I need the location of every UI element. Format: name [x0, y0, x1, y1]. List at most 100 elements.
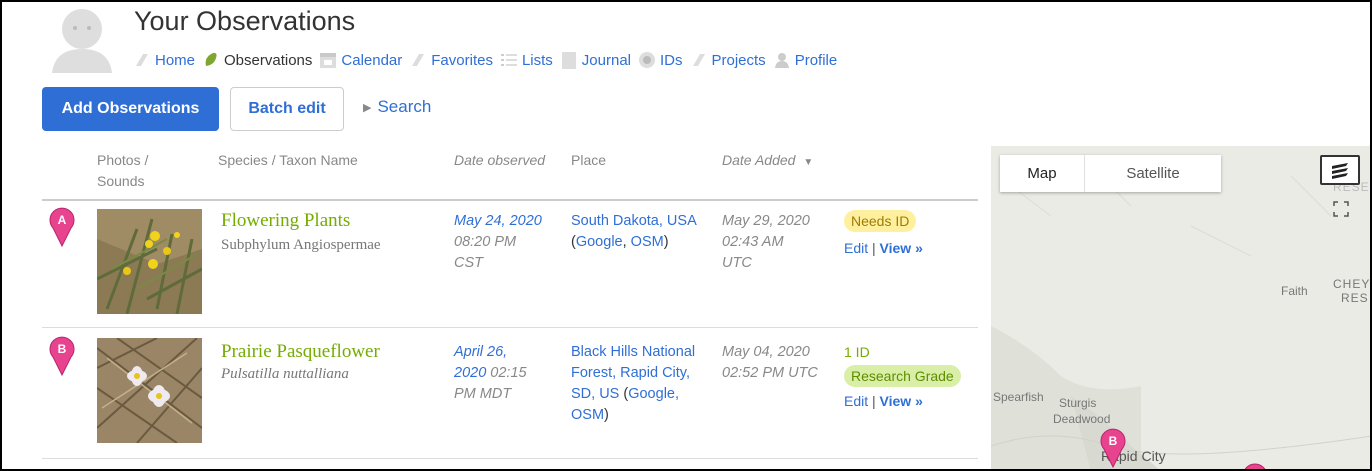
nav-journal-label: Journal: [581, 51, 631, 69]
caret-right-icon: ▶: [363, 101, 372, 114]
google-map-link[interactable]: Google,: [628, 386, 679, 402]
nav-home[interactable]: Home: [133, 51, 195, 69]
row-divider: [42, 458, 978, 459]
profile-icon: [774, 53, 789, 68]
common-name-link[interactable]: Flowering Plants: [221, 210, 350, 232]
date-added-date: May 04, 2020: [722, 344, 810, 360]
date-added-time: 02:52 PM UTC: [722, 365, 818, 381]
favorites-icon: [412, 54, 425, 66]
nav-journal[interactable]: Journal: [560, 51, 631, 69]
view-link[interactable]: View »: [880, 393, 923, 409]
user-avatar: [52, 9, 112, 73]
nav-favorites-label: Favorites: [431, 51, 493, 69]
nav-projects[interactable]: Projects: [690, 51, 766, 69]
row-divider: [42, 327, 978, 328]
nav-home-label: Home: [155, 51, 196, 69]
place-link-end[interactable]: SD, US: [571, 386, 619, 402]
nav-ids-label: IDs: [660, 51, 683, 69]
edit-link[interactable]: Edit: [844, 393, 868, 409]
date-added-tz: UTC: [722, 255, 752, 271]
status-badge: Research Grade: [844, 365, 961, 387]
google-map-link[interactable]: Google: [576, 234, 623, 250]
date-added: May 04, 2020 02:52 PM UTC: [722, 342, 818, 384]
nav-ids[interactable]: IDs: [638, 51, 683, 69]
map-label-faith: Faith: [1281, 284, 1308, 298]
view-link[interactable]: View »: [880, 240, 923, 256]
date-observed-year: 2020: [454, 365, 487, 381]
sub-navigation: Home Observations Calendar Favorites Lis…: [133, 51, 844, 69]
id-count[interactable]: 1 ID: [844, 342, 961, 363]
table-header-divider: [42, 199, 978, 201]
map-label-res: RES: [1341, 291, 1369, 305]
fullscreen-icon[interactable]: [1330, 198, 1352, 220]
date-added-date: May 29, 2020: [722, 213, 810, 229]
nav-calendar-label: Calendar: [341, 51, 403, 69]
ids-icon: [639, 52, 655, 68]
column-header-photos-line2: Sounds: [97, 173, 145, 189]
map-marker-a-icon[interactable]: A: [48, 207, 76, 247]
lists-icon: [500, 54, 517, 66]
column-header-photos: Photos / Sounds: [97, 150, 148, 192]
map-marker-b-label: B: [58, 342, 67, 356]
column-header-species[interactable]: Species / Taxon Name: [218, 150, 358, 171]
map-tab[interactable]: Map: [1000, 155, 1085, 192]
map-marker-b-icon[interactable]: B: [48, 336, 76, 376]
osm-map-link[interactable]: OSM: [631, 234, 664, 250]
nav-profile[interactable]: Profile: [773, 51, 837, 69]
nav-lists[interactable]: Lists: [500, 51, 553, 69]
journal-icon: [561, 52, 576, 69]
place-link[interactable]: Black Hills National: [571, 342, 695, 363]
layers-icon: [1332, 163, 1348, 179]
column-header-place[interactable]: Place: [571, 150, 606, 171]
column-header-photos-line1: Photos /: [97, 152, 149, 168]
place: South Dakota, USA (Google, OSM): [571, 211, 697, 250]
layers-button[interactable]: [1320, 155, 1360, 185]
date-observed-tz: CST: [454, 255, 483, 271]
observation-photo[interactable]: [97, 338, 202, 443]
nav-calendar[interactable]: Calendar: [319, 51, 402, 69]
osm-map-link[interactable]: OSM: [571, 407, 604, 423]
date-observed[interactable]: May 24, 2020 08:20 PM CST: [454, 211, 542, 274]
map-terrain: [991, 146, 1372, 471]
place-link-cont[interactable]: Forest, Rapid City,: [571, 363, 695, 384]
place: Black Hills National Forest, Rapid City,…: [571, 342, 696, 423]
projects-icon: [692, 54, 705, 66]
map-pin-icon[interactable]: [1241, 462, 1269, 471]
map-label-sturgis: Sturgis: [1059, 396, 1097, 410]
date-observed-date: April 26,: [454, 344, 508, 360]
nav-projects-label: Projects: [711, 51, 766, 69]
edit-link[interactable]: Edit: [844, 240, 868, 256]
map-pin-b-icon[interactable]: B: [1099, 426, 1127, 470]
date-added-time: 02:43 AM: [722, 234, 784, 250]
common-name-link[interactable]: Prairie Pasqueflower: [221, 341, 380, 363]
map-marker-a-label: A: [58, 213, 67, 227]
date-added: May 29, 2020 02:43 AM UTC: [722, 211, 810, 274]
search-toggle[interactable]: ▶ Search: [363, 97, 431, 117]
column-header-date-observed[interactable]: Date observed: [454, 150, 545, 171]
map-label-spearfish: Spearfish: [993, 390, 1044, 404]
batch-edit-button[interactable]: Batch edit: [230, 87, 344, 131]
add-observations-button[interactable]: Add Observations: [42, 87, 219, 131]
place-link[interactable]: South Dakota, USA: [571, 211, 697, 232]
observations-icon: [205, 52, 217, 66]
date-observed[interactable]: April 26, 2020 02:15 PM MDT: [454, 342, 527, 405]
scientific-name: Subphylum Angiospermae: [221, 237, 381, 253]
column-header-date-added[interactable]: Date Added ▼: [722, 150, 813, 173]
search-toggle-label: Search: [377, 97, 432, 116]
nav-favorites[interactable]: Favorites: [409, 51, 493, 69]
observation-photo[interactable]: [97, 209, 202, 314]
column-header-date-added-label: Date Added: [722, 152, 796, 168]
satellite-tab[interactable]: Satellite: [1085, 155, 1221, 192]
observations-map[interactable]: Faith CHEY RES RESE Spearfish Sturgis De…: [991, 146, 1372, 471]
map-pin-b-label: B: [1109, 434, 1118, 448]
nav-observations[interactable]: Observations: [202, 51, 312, 69]
scientific-name: Pulsatilla nuttalliana: [221, 366, 349, 382]
date-observed-time: 08:20 PM: [454, 234, 517, 250]
page-title: Your Observations: [134, 6, 356, 36]
row-actions: 1 ID Research Grade Edit | View »: [844, 342, 961, 412]
date-observed-tz: PM MDT: [454, 386, 512, 402]
map-label-deadwood: Deadwood: [1053, 412, 1111, 426]
status-badge: Needs ID: [844, 210, 917, 232]
sort-desc-icon: ▼: [803, 157, 814, 168]
nav-lists-label: Lists: [521, 51, 553, 69]
